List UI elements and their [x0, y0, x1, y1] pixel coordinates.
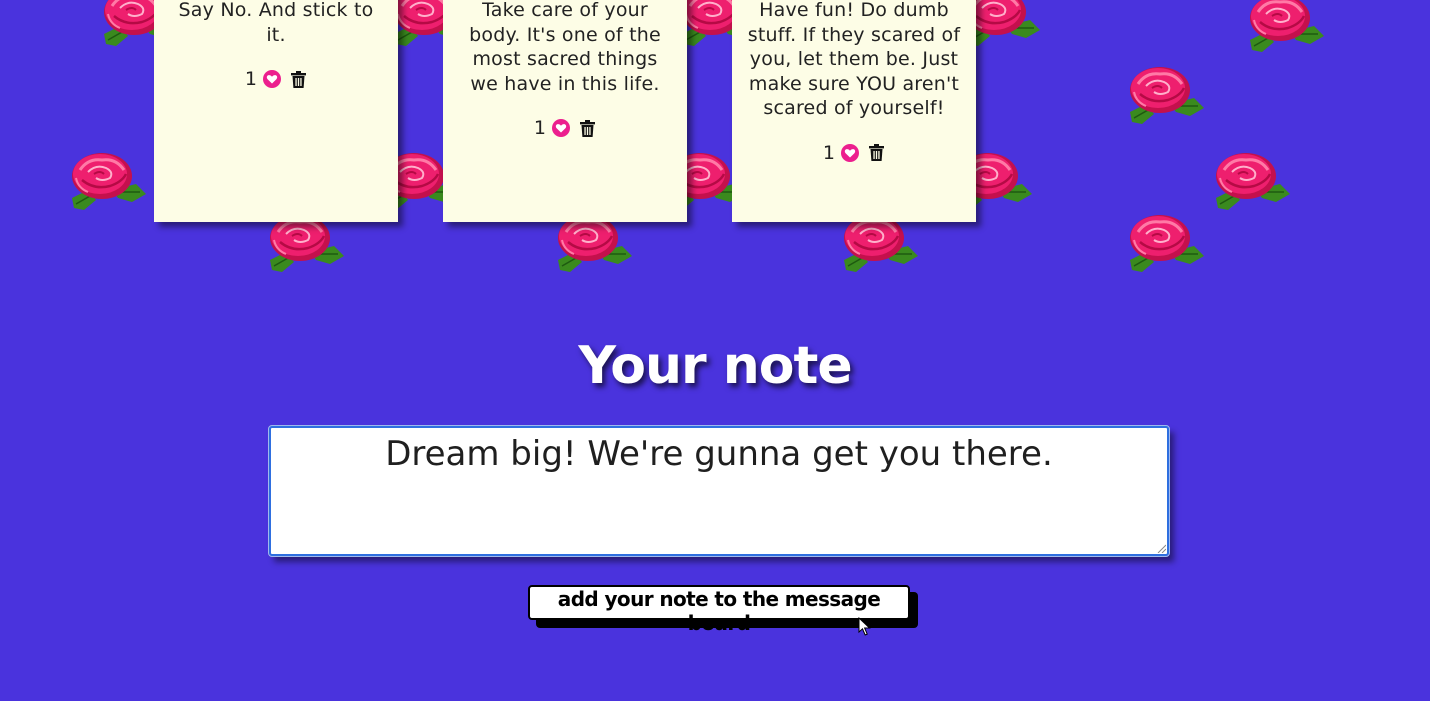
rose-icon — [1244, 0, 1326, 54]
note-card: Have fun! Do dumb stuff. If they scared … — [732, 0, 976, 222]
message-board-page: Say No. And stick to it. 1 Take care of … — [0, 0, 1430, 701]
rose-icon — [66, 150, 148, 212]
compose-heading: Your note — [578, 336, 852, 396]
rose-icon — [1124, 212, 1206, 274]
note-actions: 1 — [168, 67, 384, 92]
note-text: Say No. And stick to it. — [178, 0, 374, 46]
trash-icon[interactable] — [289, 70, 307, 88]
heart-icon[interactable] — [263, 70, 282, 89]
note-input[interactable]: Dream big! We're gunna get you there. — [268, 425, 1170, 557]
heart-icon[interactable] — [841, 143, 860, 162]
note-text: Have fun! Do dumb stuff. If they scared … — [747, 0, 961, 119]
note-input-container: Dream big! We're gunna get you there. — [268, 425, 1170, 557]
mouse-cursor-icon — [858, 617, 871, 636]
trash-icon[interactable] — [578, 119, 596, 137]
add-note-button[interactable]: add your note to the message board — [528, 585, 910, 635]
like-count: 1 — [244, 68, 258, 90]
like-count: 1 — [822, 141, 836, 164]
resize-grip-icon[interactable] — [1156, 543, 1166, 553]
rose-icon — [1210, 150, 1292, 212]
note-text: Take care of your body. It's one of the … — [469, 0, 661, 95]
heart-icon[interactable] — [552, 119, 571, 138]
like-count: 1 — [533, 117, 547, 139]
rose-icon — [1124, 64, 1206, 126]
note-actions: 1 — [746, 141, 962, 166]
note-card: Take care of your body. It's one of the … — [443, 0, 687, 222]
trash-icon[interactable] — [867, 144, 885, 162]
note-card: Say No. And stick to it. 1 — [154, 0, 398, 222]
note-actions: 1 — [457, 116, 673, 141]
